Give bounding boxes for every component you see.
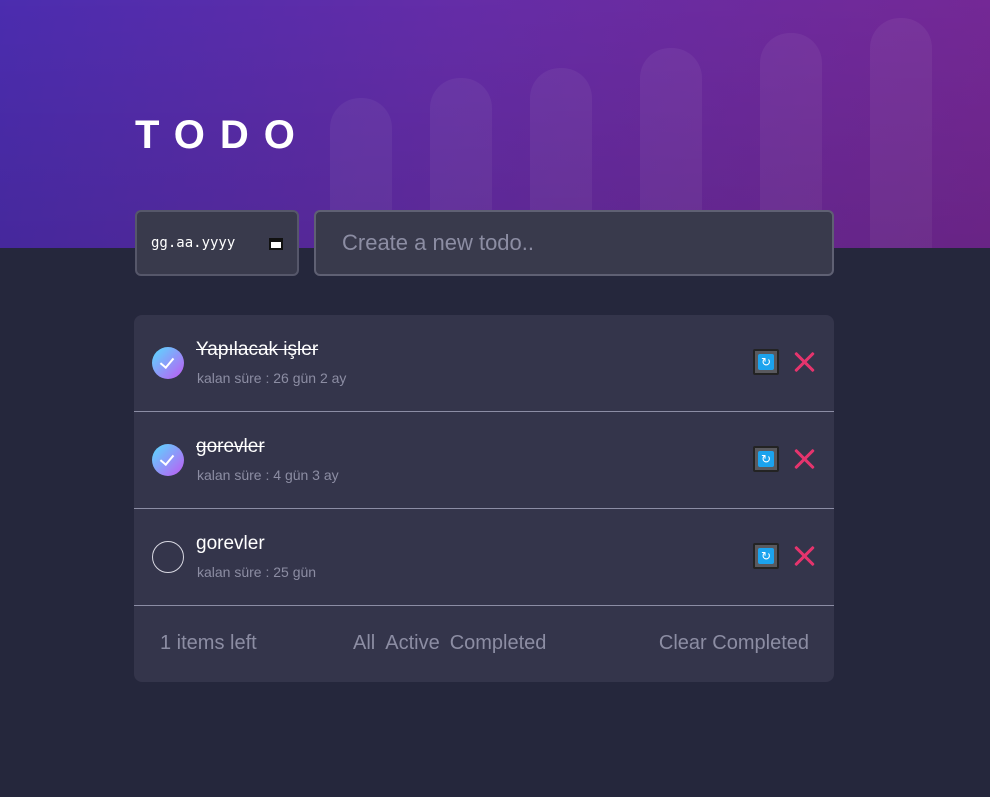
todo-remaining-time: kalan süre : 26 gün 2 ay (197, 370, 347, 386)
filter-all[interactable]: All (353, 632, 375, 655)
refresh-icon: ↻ (758, 451, 774, 467)
todo-item: Yapılacak işler kalan süre : 26 gün 2 ay… (134, 315, 834, 412)
check-icon[interactable] (152, 444, 184, 476)
todo-footer: 1 items left All Active Completed Clear … (134, 606, 834, 682)
refresh-icon: ↻ (758, 548, 774, 564)
filter-tabs: All Active Completed (353, 632, 546, 655)
refresh-button[interactable]: ↻ (753, 543, 779, 569)
check-icon[interactable] (152, 347, 184, 379)
page-title: TODO (135, 113, 310, 157)
delete-button[interactable] (790, 348, 818, 376)
refresh-button[interactable]: ↻ (753, 349, 779, 375)
todo-list-card: Yapılacak işler kalan süre : 26 gün 2 ay… (134, 315, 834, 682)
delete-button[interactable] (790, 542, 818, 570)
calendar-icon[interactable] (269, 236, 283, 250)
refresh-button[interactable]: ↻ (753, 446, 779, 472)
filter-completed[interactable]: Completed (450, 632, 547, 655)
todo-item: gorevler kalan süre : 4 gün 3 ay ↻ (134, 412, 834, 509)
todo-title[interactable]: Yapılacak işler (196, 339, 318, 361)
clear-completed-button[interactable]: Clear Completed (659, 632, 809, 655)
todo-title[interactable]: gorevler (196, 436, 265, 458)
todo-item: gorevler kalan süre : 25 gün ↻ (134, 509, 834, 606)
date-input[interactable]: gg.aa.yyyy (135, 210, 299, 276)
refresh-icon: ↻ (758, 354, 774, 370)
filter-active[interactable]: Active (385, 632, 439, 655)
check-icon[interactable] (152, 541, 184, 573)
date-input-placeholder: gg.aa.yyyy (151, 235, 236, 251)
todo-remaining-time: kalan süre : 25 gün (197, 564, 317, 580)
items-left-count: 1 items left (160, 632, 257, 654)
todo-title[interactable]: gorevler (196, 533, 265, 555)
todo-remaining-time: kalan süre : 4 gün 3 ay (197, 467, 339, 483)
delete-button[interactable] (790, 445, 818, 473)
new-todo-input[interactable] (314, 210, 834, 276)
